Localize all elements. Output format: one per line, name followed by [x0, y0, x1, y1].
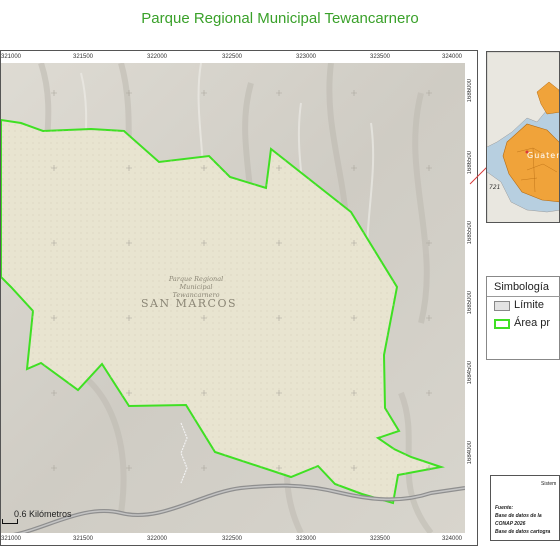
- legend-label-protected-area: Área pr: [514, 317, 551, 329]
- info-box: Sistem Fuente: Base de datos de la CONAP…: [490, 475, 560, 541]
- x-tick-bottom: 323500: [370, 536, 391, 542]
- x-tick-top: 323000: [296, 54, 317, 60]
- x-tick-bottom: 322000: [147, 536, 168, 542]
- scale-label: 0.6 Kilómetros: [14, 509, 72, 519]
- x-tick-top: 322500: [222, 54, 243, 60]
- info-source-label: Fuente:: [495, 505, 514, 511]
- x-tick-bottom: 321500: [73, 536, 94, 542]
- info-line: Base de datos cartogra: [495, 529, 551, 535]
- x-tick-bottom: 323000: [296, 536, 317, 542]
- x-tick-top: 322000: [147, 54, 168, 60]
- x-tick-bottom: 322500: [222, 536, 243, 542]
- legend-label-limit: Límite: [514, 299, 544, 311]
- info-line: CONAP 2026: [495, 521, 526, 527]
- terrain-map: SAN MARCOS Parque Regional Municipal Tew…: [1, 63, 465, 533]
- map-frame: 321000 321500 322000 322500 323000 32350…: [0, 50, 478, 546]
- x-tick-top: 324000: [442, 54, 463, 60]
- x-tick-top: 323500: [370, 54, 391, 60]
- map-canvas[interactable]: SAN MARCOS Parque Regional Municipal Tew…: [1, 63, 465, 533]
- legend-swatch-protected-area: [494, 319, 510, 329]
- x-tick-bottom: 321000: [1, 536, 22, 542]
- y-tick-right: 1685500: [467, 221, 473, 245]
- locator-route-label: 721: [489, 184, 500, 191]
- x-tick-top: 321000: [1, 54, 22, 60]
- map-title: Parque Regional Municipal Tewancarnero: [141, 10, 419, 27]
- y-tick-right: 1684500: [467, 361, 473, 385]
- locator-country-label: Guatemala: [527, 151, 560, 160]
- locator-map[interactable]: Guatemala 721: [486, 51, 560, 223]
- y-tick-right: 1684000: [467, 441, 473, 465]
- locator-marker: [525, 150, 529, 154]
- legend-swatch-limit: [494, 301, 510, 311]
- legend: Simbología Límite Área pr: [486, 276, 560, 360]
- locator-svg: Guatemala 721: [487, 52, 560, 222]
- scale-bar: [2, 519, 18, 524]
- y-tick-right: 1686000: [467, 79, 473, 103]
- x-tick-top: 321500: [73, 54, 94, 60]
- legend-title: Simbología: [494, 281, 550, 293]
- legend-divider: [487, 296, 560, 297]
- y-tick-right: 1685000: [467, 291, 473, 315]
- info-title: Sistem: [541, 481, 557, 487]
- x-tick-bottom: 324000: [442, 536, 463, 542]
- info-line: Base de datos de la: [495, 513, 542, 519]
- park-label: Parque Regional Municipal Tewancarnero: [168, 275, 224, 299]
